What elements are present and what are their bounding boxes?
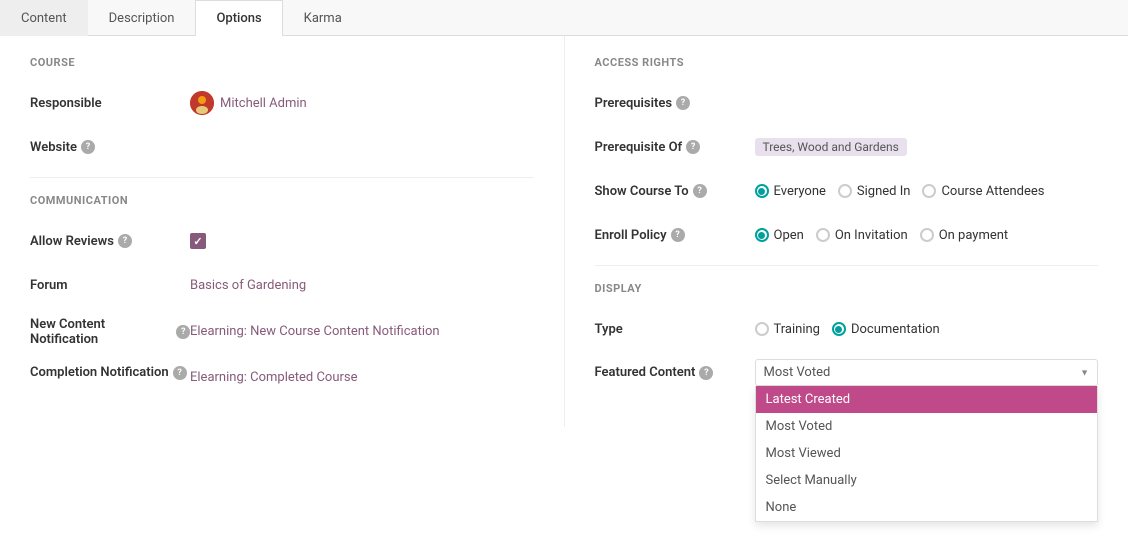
prerequisites-help-icon[interactable]: ? <box>676 96 690 110</box>
website-help-icon[interactable]: ? <box>81 140 95 154</box>
featured-option-most-viewed[interactable]: Most Viewed <box>756 440 1098 467</box>
tab-content[interactable]: Content <box>0 0 88 36</box>
show-course-help-icon[interactable]: ? <box>693 184 707 198</box>
show-course-attendees[interactable]: Course Attendees <box>922 184 1044 199</box>
enroll-on-payment-radio[interactable] <box>920 228 934 242</box>
featured-select-display[interactable]: Most Voted <box>755 359 1099 386</box>
show-course-signed-in-radio[interactable] <box>838 184 852 198</box>
featured-content-select: Most Voted Latest Created Most Voted Mos… <box>755 359 1099 386</box>
prerequisites-row: Prerequisites ? <box>595 89 1099 117</box>
featured-option-none[interactable]: None <box>756 494 1098 521</box>
responsible-label: Responsible <box>30 96 190 111</box>
type-label: Type <box>595 322 755 337</box>
responsible-row: Responsible Mitchell Admin <box>30 89 534 117</box>
enroll-open-radio[interactable] <box>755 228 769 242</box>
enroll-policy-help-icon[interactable]: ? <box>671 228 685 242</box>
allow-reviews-help-icon[interactable]: ? <box>118 234 132 248</box>
enroll-policy-row: Enroll Policy ? Open On Invitation On pa… <box>595 221 1099 249</box>
tab-karma[interactable]: Karma <box>283 0 363 36</box>
show-course-attendees-radio[interactable] <box>922 184 936 198</box>
enroll-on-invitation-radio[interactable] <box>816 228 830 242</box>
prerequisite-of-label: Prerequisite Of ? <box>595 140 755 155</box>
avatar <box>190 91 214 115</box>
new-content-label: New Content Notification ? <box>30 315 190 347</box>
featured-content-row: Featured Content ? Most Voted Latest Cre… <box>595 359 1099 387</box>
enroll-policy-label: Enroll Policy ? <box>595 228 755 243</box>
allow-reviews-row: Allow Reviews ? <box>30 227 534 255</box>
type-options: Training Documentation <box>755 322 1099 337</box>
forum-row: Forum Basics of Gardening <box>30 271 534 299</box>
show-course-label: Show Course To ? <box>595 184 755 199</box>
show-course-everyone-radio[interactable] <box>755 184 769 198</box>
type-documentation-radio[interactable] <box>832 322 846 336</box>
prerequisites-label: Prerequisites ? <box>595 96 755 111</box>
type-training[interactable]: Training <box>755 322 820 337</box>
prerequisite-of-value[interactable]: Trees, Wood and Gardens <box>755 138 1099 156</box>
completion-help-icon[interactable]: ? <box>173 366 187 380</box>
website-row: Website ? <box>30 133 534 161</box>
prerequisite-of-row: Prerequisite Of ? Trees, Wood and Garden… <box>595 133 1099 161</box>
divider-1 <box>30 177 534 178</box>
new-content-notification-row: New Content Notification ? Elearning: Ne… <box>30 315 534 347</box>
allow-reviews-checkbox[interactable] <box>190 233 206 249</box>
type-training-radio[interactable] <box>755 322 769 336</box>
featured-option-latest-created[interactable]: Latest Created <box>756 386 1098 413</box>
show-course-signed-in[interactable]: Signed In <box>838 184 911 199</box>
divider-2 <box>595 265 1099 266</box>
display-section-title: DISPLAY <box>595 282 1099 299</box>
enroll-on-payment[interactable]: On payment <box>920 228 1009 243</box>
allow-reviews-label: Allow Reviews ? <box>30 234 190 249</box>
completion-label: Completion Notification ? <box>30 363 190 380</box>
new-content-help-icon[interactable]: ? <box>176 325 190 339</box>
tab-description[interactable]: Description <box>88 0 196 36</box>
type-documentation[interactable]: Documentation <box>832 322 940 337</box>
featured-dropdown-menu: Latest Created Most Voted Most Viewed Se… <box>755 386 1099 522</box>
website-label: Website ? <box>30 140 190 155</box>
allow-reviews-value <box>190 233 534 249</box>
completion-notification-row: Completion Notification ? Elearning: Com… <box>30 363 534 391</box>
tab-bar: Content Description Options Karma <box>0 0 1128 36</box>
new-content-value[interactable]: Elearning: New Course Content Notificati… <box>190 324 534 339</box>
featured-select-wrapper: Most Voted Latest Created Most Voted Mos… <box>755 359 1099 386</box>
enroll-open[interactable]: Open <box>755 228 804 243</box>
access-section-title: ACCESS RIGHTS <box>595 56 1099 73</box>
right-panel: ACCESS RIGHTS Prerequisites ? Prerequisi… <box>565 36 1128 427</box>
course-section-title: COURSE <box>30 56 534 73</box>
featured-option-most-voted[interactable]: Most Voted <box>756 413 1098 440</box>
forum-label: Forum <box>30 278 190 293</box>
responsible-value[interactable]: Mitchell Admin <box>190 91 534 115</box>
featured-option-select-manually[interactable]: Select Manually <box>756 467 1098 494</box>
featured-content-label: Featured Content ? <box>595 359 755 380</box>
show-course-row: Show Course To ? Everyone Signed In Cour… <box>595 177 1099 205</box>
enroll-policy-options: Open On Invitation On payment <box>755 228 1099 243</box>
communication-section-title: COMMUNICATION <box>30 194 534 211</box>
show-course-everyone[interactable]: Everyone <box>755 184 826 199</box>
enroll-on-invitation[interactable]: On Invitation <box>816 228 908 243</box>
tab-options[interactable]: Options <box>195 0 282 36</box>
forum-value[interactable]: Basics of Gardening <box>190 278 534 293</box>
type-row: Type Training Documentation <box>595 315 1099 343</box>
left-panel: COURSE Responsible Mitchell Admin <box>0 36 565 427</box>
completion-value[interactable]: Elearning: Completed Course <box>190 370 534 385</box>
featured-content-help-icon[interactable]: ? <box>699 366 713 380</box>
show-course-options: Everyone Signed In Course Attendees <box>755 184 1099 199</box>
prerequisite-of-help-icon[interactable]: ? <box>686 140 700 154</box>
